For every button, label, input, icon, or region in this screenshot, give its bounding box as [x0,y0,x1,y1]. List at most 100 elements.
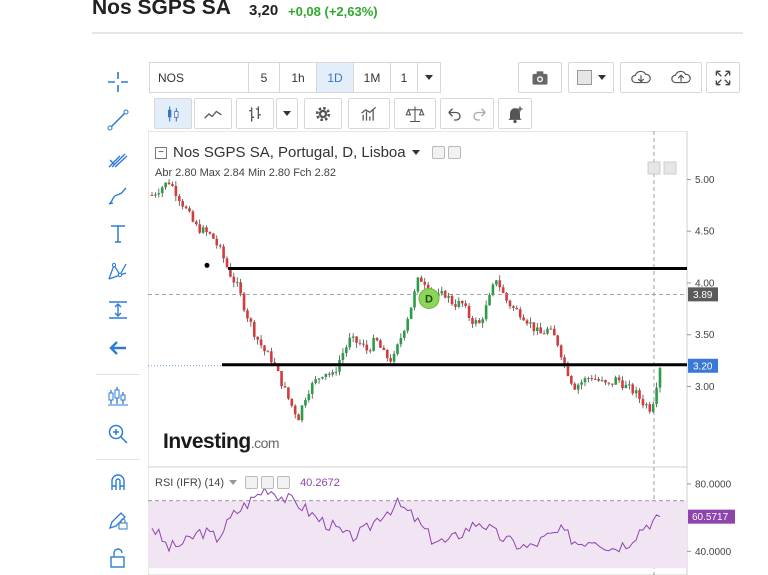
chart-style-dropdown[interactable] [276,98,298,129]
candle-body [304,399,307,406]
candle-body [648,404,652,412]
candle-body [317,378,321,380]
camera-icon [532,70,548,85]
interval-1d[interactable]: 1D [316,62,354,93]
bar-style-button[interactable] [236,98,274,129]
candle-body [341,353,345,361]
candle-body [385,349,389,359]
alert-button[interactable] [498,98,532,129]
tool-separator [96,459,140,460]
measure-tool[interactable] [104,296,132,324]
candle-body [597,378,600,381]
candle-body [160,187,164,194]
candle-body [559,345,563,358]
candle-body [157,193,161,195]
candle-body [610,383,614,385]
text-icon [111,225,125,243]
candle-body [167,182,171,185]
candle-body [631,384,635,394]
unlock-tool[interactable] [104,544,132,572]
interval-1m[interactable]: 1M [353,62,391,93]
interval-1h[interactable]: 1h [279,62,317,93]
eye-icon[interactable] [245,476,259,489]
candle-body [345,347,348,354]
line-style-button[interactable] [194,98,232,129]
cloud-download-icon[interactable] [629,67,653,89]
candle-body [529,322,532,324]
undo-icon[interactable] [445,105,463,123]
candle-body [478,320,481,324]
candle-body [358,342,362,344]
candle-body [399,337,403,345]
candle-body [495,280,498,285]
gear-icon[interactable] [447,146,461,159]
candle-body [539,327,542,334]
chart-area[interactable]: D 5.004.504.003.503.003.893.20 80.000040… [148,131,742,575]
indicators-button[interactable] [348,98,390,129]
candle-body [174,185,178,197]
candle-body [324,373,328,377]
brush-icon [108,187,127,205]
candle-body [365,344,369,351]
pattern-tool[interactable] [104,258,132,286]
trendline-icon [107,109,129,131]
crosshair-tool[interactable] [104,68,132,96]
scale-icon [405,106,425,122]
cloud-upload-icon[interactable] [669,67,693,89]
candle-body [259,339,263,346]
candles-icon [108,387,128,406]
candle-body [628,384,631,386]
investing-logo: Investing.com [163,430,280,454]
interval-count[interactable]: 1 [390,62,418,93]
candle-body [150,194,154,196]
candle-body [454,304,457,307]
top-toolbar: NOS 5 1h 1D 1M 1 [149,62,441,93]
candle-body [542,333,546,335]
chevron-down-icon[interactable] [411,150,420,155]
eye-icon[interactable] [431,146,445,159]
redo-icon[interactable] [471,105,489,123]
scale-button [647,161,661,175]
compare-button[interactable] [394,98,436,129]
text-tool[interactable] [104,220,132,248]
candlestick-icon [168,106,179,121]
candle-body [164,182,167,188]
screenshot-button[interactable] [518,62,562,93]
minus-icon[interactable]: − [155,146,167,159]
interval-dropdown[interactable] [417,62,441,93]
fib-tool[interactable] [104,144,132,172]
candle-style-button[interactable] [154,98,192,129]
brush-tool[interactable] [104,182,132,210]
chevron-down-icon[interactable] [229,480,238,485]
symbol-input[interactable]: NOS [149,62,249,93]
fullscreen-button[interactable] [706,62,740,93]
y-tick-label: 3.00 [695,382,715,393]
interval-5[interactable]: 5 [248,62,280,93]
gear-icon[interactable] [261,476,275,489]
zoom-tool[interactable] [104,420,132,448]
lock-drawings-tool[interactable] [104,506,132,534]
gear-icon [315,106,331,121]
candle-body [184,206,188,209]
settings-button[interactable] [304,98,342,129]
indicators-tool[interactable] [104,382,132,410]
candle-body [460,300,464,304]
line-anchor-dot [204,262,210,268]
candle-body [498,280,502,288]
candle-body [351,336,355,338]
candle-body [515,307,519,310]
candle-body [290,398,294,406]
unlock-icon [110,548,125,568]
candle-body [191,211,195,222]
close-icon[interactable] [277,476,291,489]
chevron-down-icon [283,111,291,116]
candle-body [573,383,577,390]
candle-body [484,305,488,320]
candle-body [355,336,358,343]
dividend-marker-label: D [425,293,433,305]
hide-toolbar-button[interactable] [104,334,132,362]
trendline-tool[interactable] [104,106,132,134]
zoom-in-icon [108,424,128,444]
color-picker-button[interactable] [568,62,614,93]
magnet-tool[interactable] [104,468,132,496]
